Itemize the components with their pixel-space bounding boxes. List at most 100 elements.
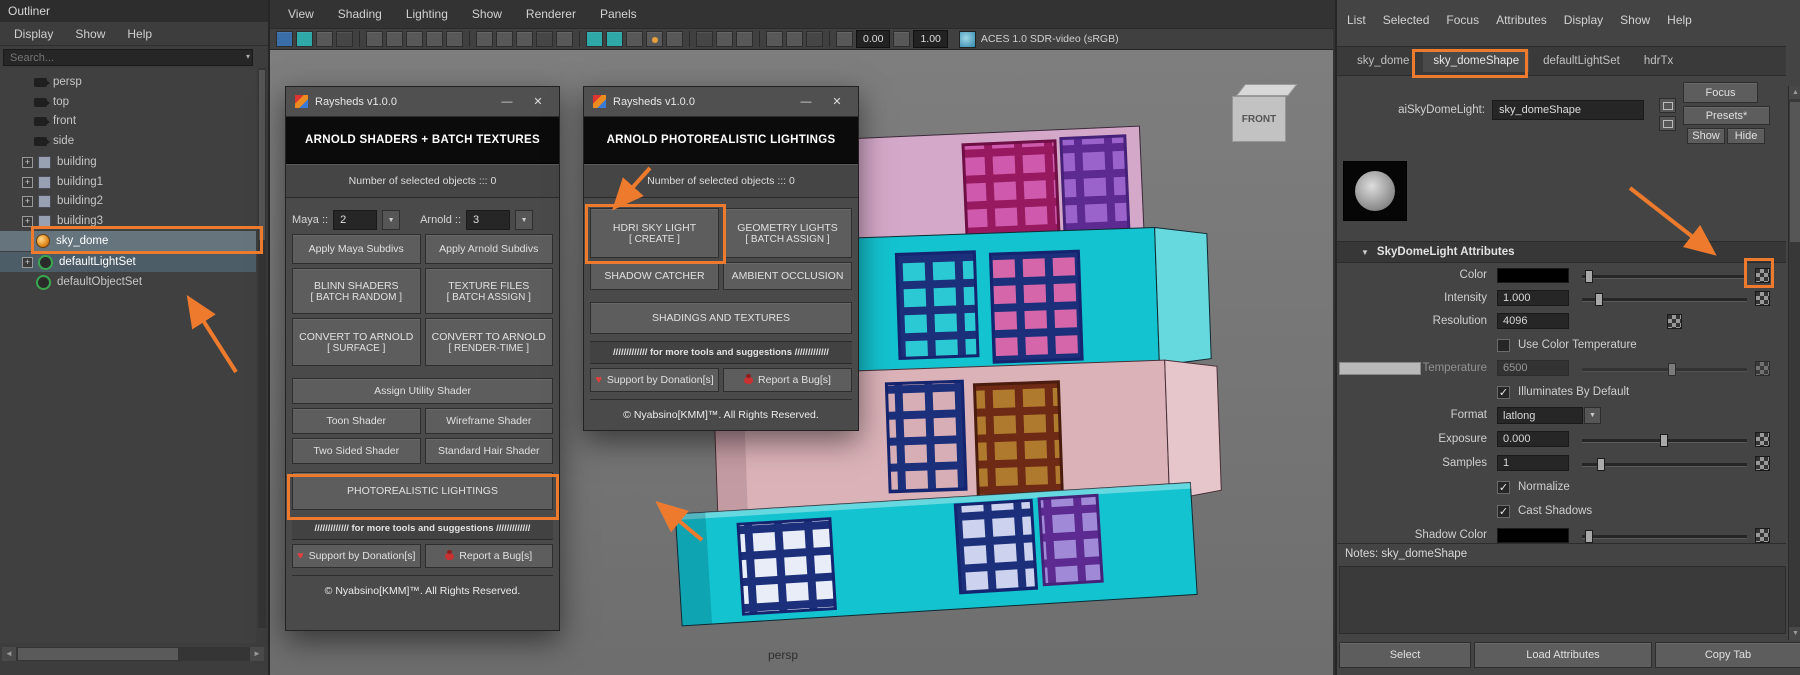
section-skydomelight-attributes[interactable]: ▼ SkyDomeLight Attributes (1337, 241, 1786, 263)
tab-sky-domeshape[interactable]: sky_domeShape (1423, 50, 1530, 72)
gamma-field[interactable]: 1.00 (913, 30, 948, 48)
view-cube-front-face[interactable]: FRONT (1232, 96, 1286, 142)
exposure-icon[interactable] (836, 31, 853, 47)
scrollbar-thumb[interactable] (18, 648, 178, 660)
minimize-icon[interactable]: — (495, 96, 519, 108)
tree-item-building1[interactable]: + building1 (0, 172, 256, 192)
report-bug-button[interactable]: Report a Bug[s] (723, 368, 852, 392)
tree-item-sky-dome[interactable]: sky_dome (0, 231, 256, 251)
viewport-toolbar-icon[interactable] (316, 31, 333, 47)
viewport-toolbar-icon[interactable] (736, 31, 753, 47)
report-bug-button[interactable]: Report a Bug[s] (424, 544, 553, 568)
gamma-icon[interactable] (893, 31, 911, 47)
outliner-menu-display[interactable]: Display (14, 27, 53, 41)
arnold-subdiv-field[interactable]: 3 (466, 210, 511, 230)
toon-shader-button[interactable]: Toon Shader (292, 408, 421, 434)
notes-textarea[interactable] (1339, 566, 1786, 634)
viewport-toolbar-icon[interactable] (626, 31, 643, 47)
focus-button[interactable]: Focus (1683, 82, 1758, 103)
colorspace-chip[interactable]: ACES 1.0 SDR-video (sRGB) (958, 30, 1119, 48)
viewport-toolbar-icon[interactable] (296, 31, 313, 47)
ae-menu-list[interactable]: List (1347, 13, 1366, 27)
tab-sky-dome[interactable]: sky_dome (1347, 50, 1419, 72)
expand-icon[interactable]: + (22, 215, 33, 227)
tree-item-defaultlightset[interactable]: + defaultLightSet (0, 252, 256, 272)
tree-item-building3[interactable]: + building3 (0, 211, 256, 231)
shadow-color-texture-map-icon[interactable] (1755, 528, 1770, 543)
color-slider[interactable] (1582, 270, 1747, 283)
outliner-search-box[interactable]: ▾ (3, 49, 253, 66)
outliner-horizontal-scrollbar[interactable]: ◄ ► (2, 647, 264, 661)
select-button[interactable]: Select (1339, 642, 1471, 668)
viewport-menu-renderer[interactable]: Renderer (526, 7, 576, 21)
scroll-right-icon[interactable]: ► (250, 647, 264, 661)
viewport-toolbar-icon[interactable] (696, 31, 713, 47)
tree-item-side[interactable]: side (0, 131, 256, 151)
load-attributes-button[interactable]: Load Attributes (1474, 642, 1652, 668)
viewport-toolbar-icon[interactable] (366, 31, 383, 47)
viewport-toolbar-icon[interactable] (446, 31, 463, 47)
copy-tab-button[interactable]: Copy Tab (1655, 642, 1800, 668)
exposure-field[interactable]: 0.00 (856, 30, 891, 48)
use-color-temperature-checkbox[interactable] (1497, 339, 1510, 352)
chevron-down-icon[interactable]: ▼ (515, 210, 534, 230)
resolution-field[interactable]: 4096 (1497, 313, 1569, 329)
viewport-toolbar-icon[interactable] (536, 31, 553, 47)
search-caret-icon[interactable]: ▾ (246, 52, 250, 61)
tab-defaultlightset[interactable]: defaultLightSet (1533, 50, 1630, 72)
select-tool-icon[interactable] (276, 31, 293, 47)
minimize-icon[interactable]: — (794, 96, 818, 108)
viewport-menu-show[interactable]: Show (472, 7, 502, 21)
viewport-toolbar-icon[interactable] (386, 31, 403, 47)
ae-menu-focus[interactable]: Focus (1446, 13, 1479, 27)
ae-menu-attributes[interactable]: Attributes (1496, 13, 1547, 27)
expand-icon[interactable]: + (22, 176, 33, 188)
show-button[interactable]: Show (1687, 128, 1725, 144)
intensity-texture-map-icon[interactable] (1755, 291, 1770, 306)
standard-hair-shader-button[interactable]: Standard Hair Shader (424, 438, 553, 464)
chevron-down-icon[interactable]: ▼ (382, 210, 401, 230)
tree-item-top[interactable]: top (0, 92, 256, 112)
skydome-texture-swatch[interactable] (1343, 161, 1407, 221)
exposure-texture-map-icon[interactable] (1755, 432, 1770, 447)
geometry-lights-button[interactable]: GEOMETRY LIGHTS[ BATCH ASSIGN ] (723, 208, 852, 258)
apply-maya-subdivs-button[interactable]: Apply Maya Subdivs (292, 234, 421, 264)
samples-slider[interactable] (1582, 458, 1747, 471)
scroll-down-icon[interactable]: ▼ (1789, 627, 1800, 640)
viewport-menu-panels[interactable]: Panels (600, 7, 637, 21)
samples-field[interactable]: 1 (1497, 455, 1569, 471)
maya-subdiv-field[interactable]: 2 (333, 210, 378, 230)
intensity-slider[interactable] (1582, 293, 1747, 306)
lighting-toggle-icon[interactable] (646, 31, 663, 47)
tree-item-persp[interactable]: persp (0, 72, 256, 92)
pin-node-icon[interactable] (1659, 98, 1676, 113)
shadings-and-textures-button[interactable]: SHADINGS AND TEXTURES (590, 302, 852, 334)
viewport-toolbar-icon[interactable] (336, 31, 353, 47)
convert-arnold-surface-button[interactable]: CONVERT TO ARNOLD[ SURFACE ] (292, 318, 421, 366)
outliner-menu-help[interactable]: Help (127, 27, 152, 41)
shadow-color-swatch[interactable] (1497, 528, 1569, 543)
exposure-slider[interactable] (1582, 434, 1747, 447)
color-swatch[interactable] (1497, 268, 1569, 283)
dialog-titlebar[interactable]: Raysheds v1.0.0 — ✕ (584, 87, 858, 117)
node-name-field[interactable]: sky_domeShape (1492, 100, 1644, 120)
tree-item-front[interactable]: front (0, 111, 256, 131)
viewport-toolbar-icon[interactable] (766, 31, 783, 47)
exposure-field[interactable]: 0.000 (1497, 431, 1569, 447)
viewport-toolbar-icon[interactable] (586, 31, 603, 47)
expand-icon[interactable]: + (22, 195, 33, 207)
cast-shadows-checkbox[interactable]: ✓ (1497, 505, 1510, 518)
viewport-toolbar-icon[interactable] (786, 31, 803, 47)
view-cube[interactable]: FRONT (1232, 84, 1298, 142)
ae-menu-help[interactable]: Help (1667, 13, 1692, 27)
texture-files-button[interactable]: TEXTURE FILES[ BATCH ASSIGN ] (424, 268, 553, 314)
hdri-sky-light-create-button[interactable]: HDRI SKY LIGHT[ CREATE ] (590, 208, 719, 258)
section-collapse-icon[interactable]: ▼ (1361, 248, 1369, 257)
slider-handle[interactable] (1659, 434, 1668, 447)
normalize-checkbox[interactable]: ✓ (1497, 481, 1510, 494)
blinn-shaders-button[interactable]: BLINN SHADERS[ BATCH RANDOM ] (292, 268, 421, 314)
slider-handle[interactable] (1585, 270, 1594, 283)
intensity-field[interactable]: 1.000 (1497, 290, 1569, 306)
viewport-toolbar-icon[interactable] (496, 31, 513, 47)
convert-arnold-rendertime-button[interactable]: CONVERT TO ARNOLD[ RENDER-TIME ] (424, 318, 553, 366)
